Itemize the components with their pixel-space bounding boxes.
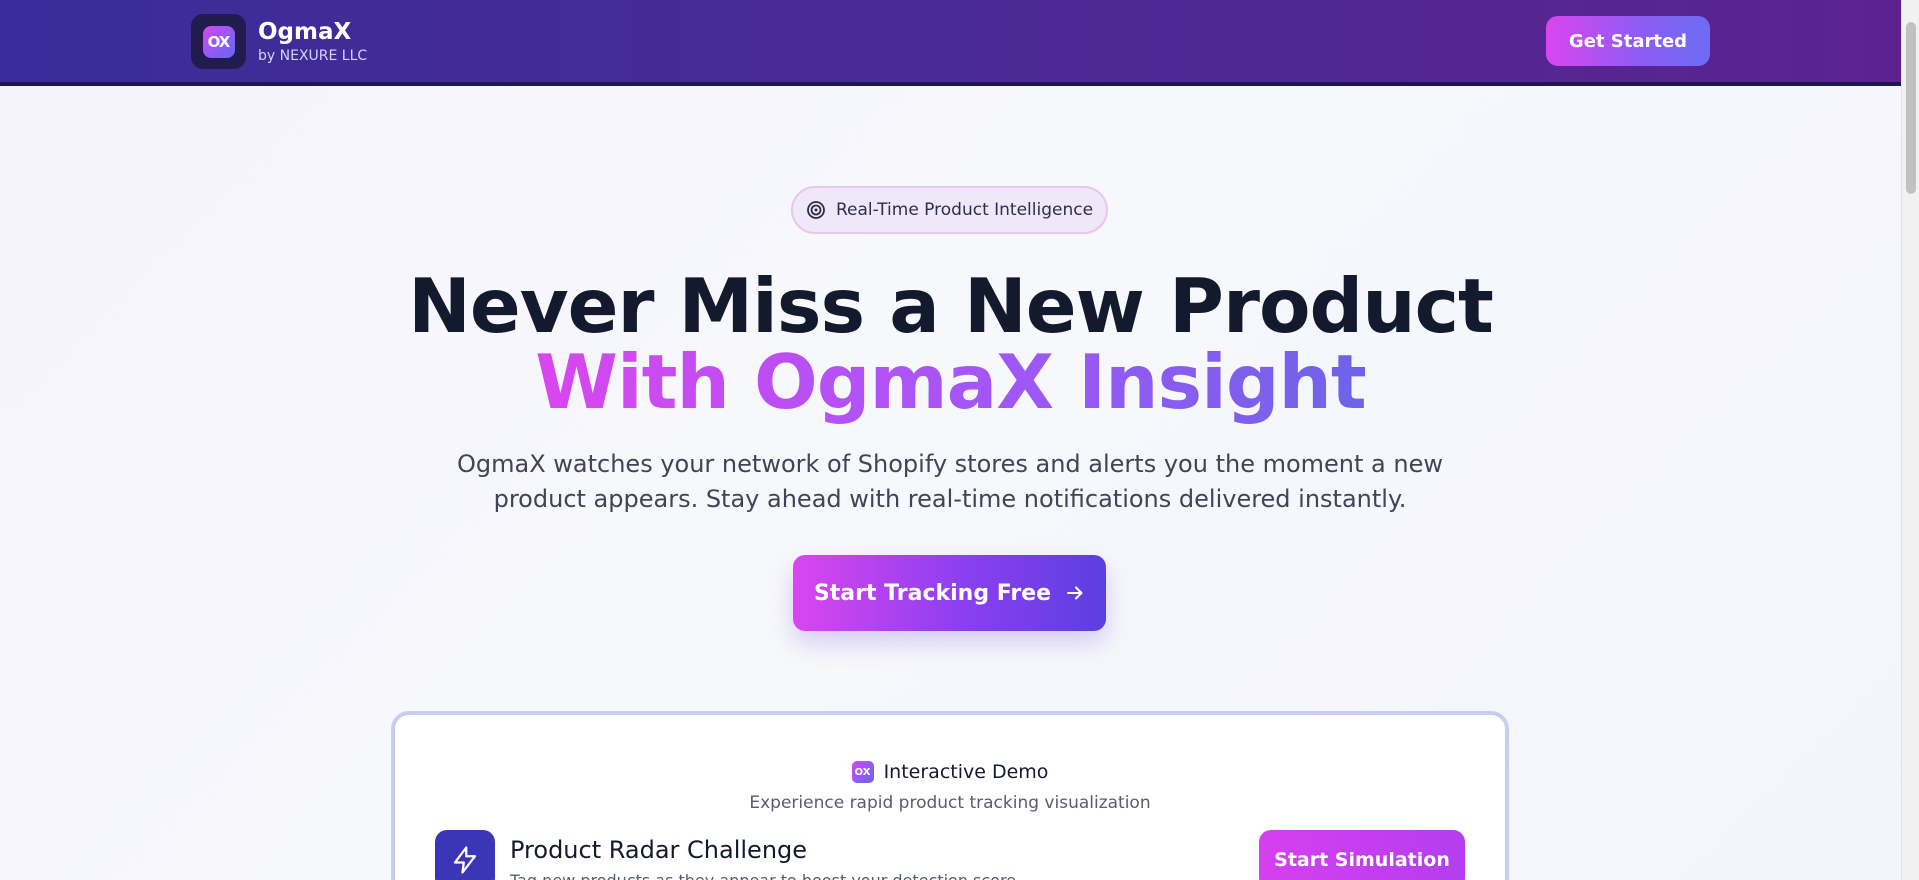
brand[interactable]: OX OgmaX by NEXURE LLC [191,14,367,69]
top-navbar: OX OgmaX by NEXURE LLC Get Started [0,0,1901,86]
hero-description: OgmaX watches your network of Shopify st… [457,450,1443,513]
demo-title: Interactive Demo [883,761,1049,783]
brand-subtitle: by NEXURE LLC [258,47,368,64]
get-started-button[interactable]: Get Started [1546,16,1710,66]
demo-title-row: OX Interactive Demo [395,761,1505,783]
challenge-subtitle: Tag new products as they appear to boost… [510,871,1016,880]
target-icon [806,200,826,220]
start-simulation-button[interactable]: Start Simulation [1259,830,1465,880]
interactive-demo-card: OX Interactive Demo Experience rapid pro… [391,711,1509,880]
logo-mark: OX [202,25,235,58]
hero-title-gradient: With OgmaX Insight [535,338,1367,426]
lightning-icon [435,830,495,880]
scrollbar-thumb[interactable] [1906,22,1916,194]
brand-name: OgmaX [258,18,352,45]
start-tracking-button[interactable]: Start Tracking Free [793,555,1106,631]
page-scrollbar[interactable] [1901,0,1919,880]
challenge-title: Product Radar Challenge [510,836,808,864]
hero-badge: Real-Time Product Intelligence [791,186,1108,234]
logo: OX [191,14,246,69]
start-tracking-label: Start Tracking Free [813,580,1052,606]
hero-badge-label: Real-Time Product Intelligence [835,200,1094,220]
demo-logo: OX [851,761,874,783]
arrow-right-icon [1065,583,1085,603]
demo-subtitle: Experience rapid product tracking visual… [749,793,1151,813]
hero-title-line2: With OgmaX Insight [0,334,1901,430]
brand-text: OgmaX by NEXURE LLC [258,19,367,65]
